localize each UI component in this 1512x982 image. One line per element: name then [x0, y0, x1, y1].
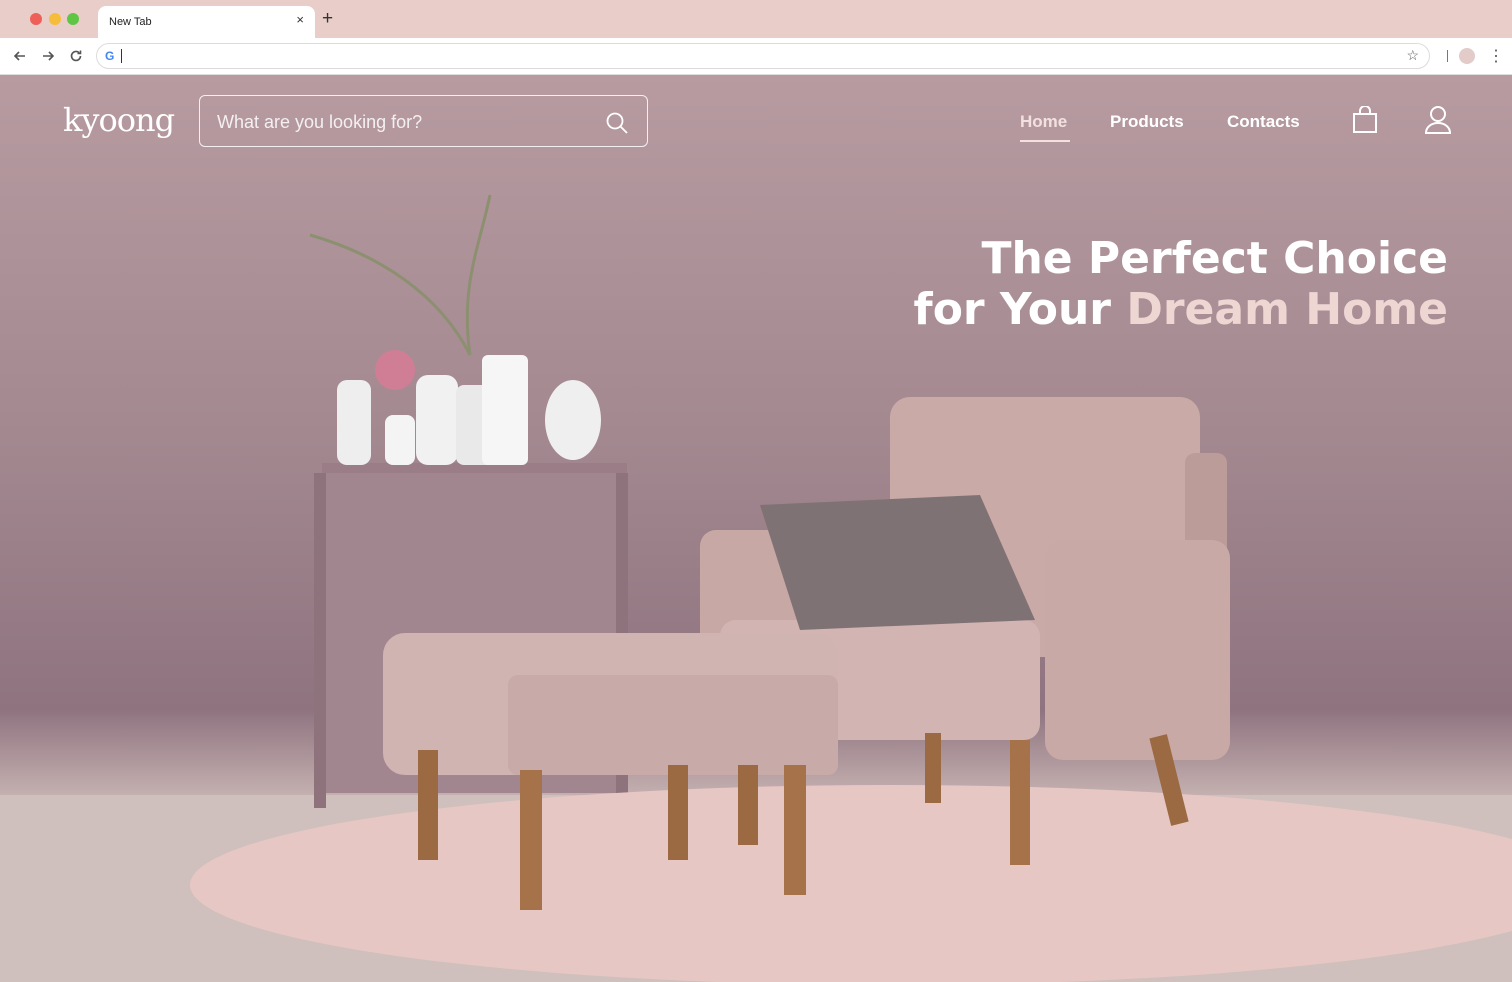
address-bar[interactable]: G ☆ [96, 43, 1430, 69]
hero-section: kyoong What are you looking for? Home Pr… [0, 75, 1512, 982]
new-tab-button[interactable]: + [322, 9, 333, 29]
toolbar-divider [1447, 50, 1448, 62]
shopping-bag-icon[interactable] [1352, 105, 1378, 139]
back-arrow-icon[interactable] [9, 45, 31, 67]
headline-line-2-prefix: for Your [913, 284, 1127, 335]
headline-line-1: The Perfect Choice [981, 233, 1448, 284]
user-account-icon[interactable] [1424, 105, 1452, 140]
text-caret [121, 49, 122, 63]
site-logo[interactable]: kyoong [63, 101, 175, 139]
search-placeholder: What are you looking for? [217, 112, 423, 132]
hero-headline: The Perfect Choice for Your Dream Home [914, 233, 1448, 335]
browser-tab-strip: New Tab × + [0, 0, 1512, 38]
tab-title: New Tab [109, 16, 152, 28]
headline-line-2: for Your Dream Home [914, 284, 1448, 335]
google-icon: G [105, 49, 115, 63]
reload-icon[interactable] [65, 45, 87, 67]
search-input[interactable]: What are you looking for? [199, 95, 648, 147]
nav-products[interactable]: Products [1110, 112, 1184, 132]
browser-toolbar: G ☆ ⋮ [0, 38, 1512, 75]
browser-tab[interactable]: New Tab × [98, 6, 315, 38]
headline-accent: Dream Home [1126, 284, 1448, 335]
forward-arrow-icon[interactable] [37, 45, 59, 67]
tab-close-icon[interactable]: × [296, 12, 304, 27]
profile-icon[interactable] [1459, 48, 1475, 64]
maximize-window-button[interactable] [67, 13, 79, 25]
close-window-button[interactable] [30, 13, 42, 25]
search-icon[interactable] [605, 111, 629, 140]
kebab-menu-icon[interactable]: ⋮ [1488, 46, 1504, 66]
star-icon[interactable]: ☆ [1406, 47, 1419, 64]
nav-home[interactable]: Home [1020, 112, 1067, 132]
nav-active-indicator [1020, 140, 1070, 142]
minimize-window-button[interactable] [49, 13, 61, 25]
nav-contacts[interactable]: Contacts [1227, 112, 1300, 132]
hero-image [0, 194, 1512, 982]
